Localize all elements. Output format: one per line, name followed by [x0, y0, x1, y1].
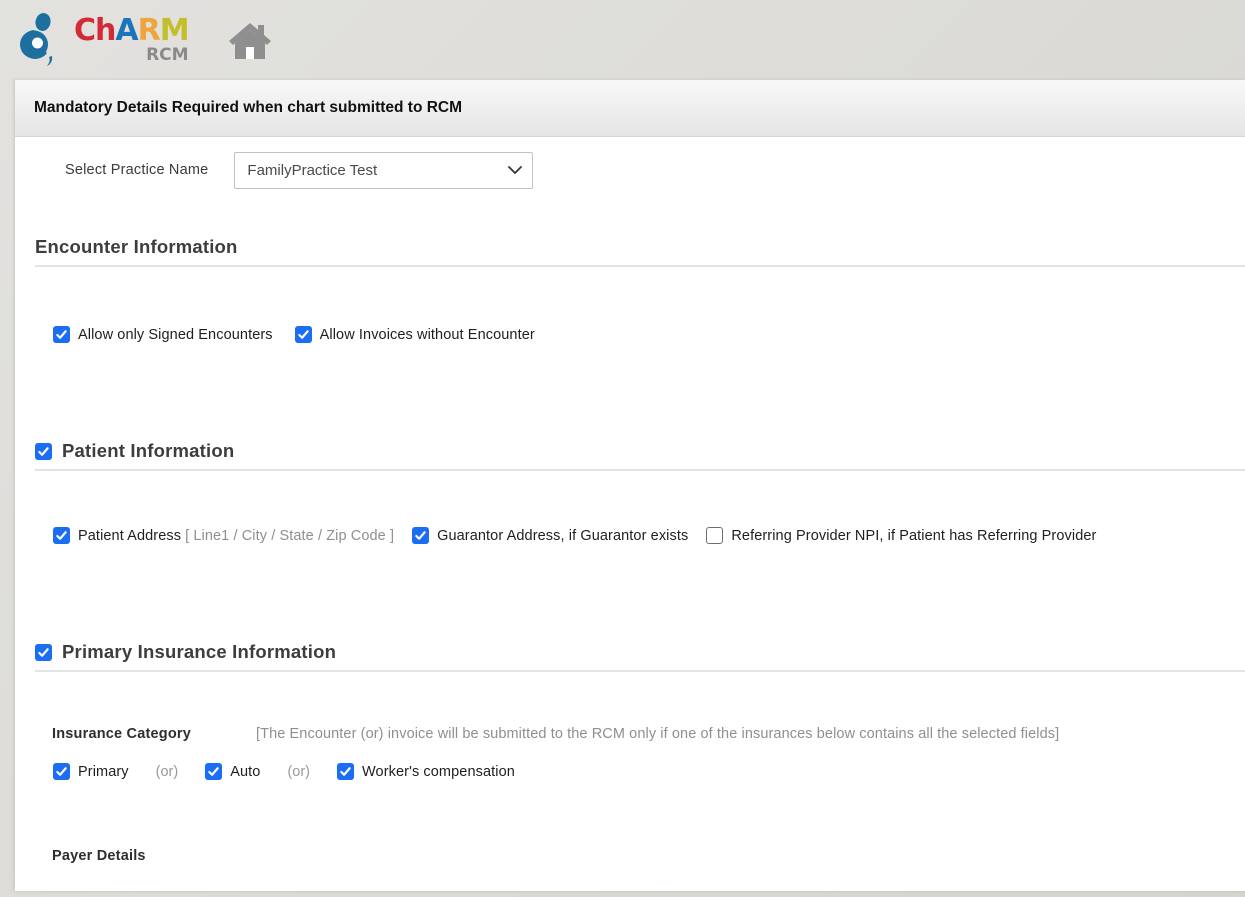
insurance-section-title: Primary Insurance Information	[62, 641, 336, 663]
patient-address-label: Patient Address	[78, 528, 181, 544]
guarantor-address-checkbox[interactable]	[412, 527, 429, 544]
practice-row: Select Practice Name FamilyPractice Test	[65, 151, 1245, 189]
insurance-category-label: Insurance Category	[52, 726, 191, 742]
referring-provider-npi-label: Referring Provider NPI, if Patient has R…	[731, 528, 1096, 544]
allow-only-signed-encounters-label: Allow only Signed Encounters	[78, 327, 273, 343]
workers-compensation-checkbox[interactable]	[337, 763, 354, 780]
encounter-section-title: Encounter Information	[35, 236, 238, 258]
workers-compensation-label: Worker's compensation	[362, 764, 515, 780]
patient-options-row: Patient Address [ Line1 / City / State /…	[53, 527, 1245, 544]
practice-select-wrap: FamilyPractice Test	[234, 152, 533, 189]
practice-name-label: Select Practice Name	[65, 162, 208, 178]
auto-checkbox[interactable]	[205, 763, 222, 780]
title-bar: Mandatory Details Required when chart su…	[15, 80, 1245, 137]
insurance-category-hint: [The Encounter (or) invoice will be subm…	[256, 726, 1059, 742]
option-auto: Auto	[205, 763, 260, 780]
patient-section-divider	[35, 469, 1245, 471]
encounter-section-divider	[35, 265, 1245, 267]
primary-insurance-information-checkbox[interactable]	[35, 644, 52, 661]
patient-section-header: Patient Information	[35, 440, 1245, 462]
insurance-section-header: Primary Insurance Information	[35, 641, 1245, 663]
or-separator-1: (or)	[156, 764, 179, 780]
option-referring-provider-npi: Referring Provider NPI, if Patient has R…	[706, 527, 1096, 544]
encounter-section-header: Encounter Information	[35, 236, 1245, 258]
primary-checkbox[interactable]	[53, 763, 70, 780]
home-icon[interactable]	[227, 17, 273, 63]
person-logo-icon	[16, 12, 64, 68]
brand-name: ChARM	[74, 16, 189, 46]
page-title: Mandatory Details Required when chart su…	[34, 99, 462, 117]
brand-text: ChARM RCM	[74, 16, 189, 64]
allow-only-signed-encounters-checkbox[interactable]	[53, 326, 70, 343]
referring-provider-npi-checkbox[interactable]	[706, 527, 723, 544]
option-allow-only-signed-encounters: Allow only Signed Encounters	[53, 326, 273, 343]
allow-invoices-without-encounter-label: Allow Invoices without Encounter	[320, 327, 535, 343]
option-guarantor-address: Guarantor Address, if Guarantor exists	[412, 527, 688, 544]
or-separator-2: (or)	[287, 764, 310, 780]
brand-subtitle: RCM	[74, 47, 189, 64]
patient-address-checkbox[interactable]	[53, 527, 70, 544]
payer-details-label: Payer Details	[52, 848, 1245, 864]
patient-address-hint: [ Line1 / City / State / Zip Code ]	[185, 528, 394, 544]
auto-label: Auto	[230, 764, 260, 780]
option-patient-address: Patient Address [ Line1 / City / State /…	[53, 527, 394, 544]
practice-select[interactable]: FamilyPractice Test	[234, 152, 533, 189]
option-primary: Primary	[53, 763, 129, 780]
top-band: ChARM RCM	[0, 0, 1245, 80]
patient-information-checkbox[interactable]	[35, 443, 52, 460]
primary-label: Primary	[78, 764, 129, 780]
panel-content: Select Practice Name FamilyPractice Test…	[15, 137, 1245, 864]
insurance-category-row: Insurance Category [The Encounter (or) i…	[52, 726, 1245, 742]
allow-invoices-without-encounter-checkbox[interactable]	[295, 326, 312, 343]
insurance-section-divider	[35, 670, 1245, 672]
patient-section-title: Patient Information	[62, 440, 234, 462]
guarantor-address-label: Guarantor Address, if Guarantor exists	[437, 528, 688, 544]
insurance-options-row: Primary (or) Auto (or) Worker's compensa…	[53, 763, 1245, 780]
charm-logo[interactable]: ChARM RCM	[16, 12, 189, 68]
option-allow-invoices-without-encounter: Allow Invoices without Encounter	[295, 326, 535, 343]
option-workers-compensation: Worker's compensation	[337, 763, 515, 780]
encounter-options-row: Allow only Signed Encounters Allow Invoi…	[53, 326, 1245, 343]
main-panel: Mandatory Details Required when chart su…	[14, 80, 1245, 891]
